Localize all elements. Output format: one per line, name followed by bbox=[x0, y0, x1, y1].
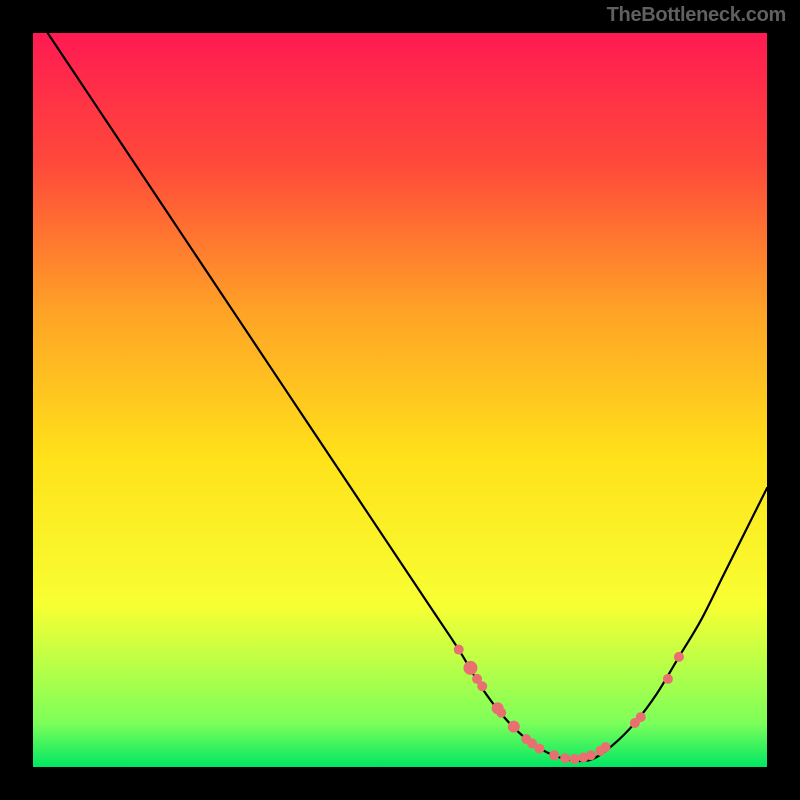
data-marker bbox=[586, 750, 596, 760]
attribution-label: TheBottleneck.com bbox=[607, 4, 786, 27]
data-marker bbox=[463, 661, 477, 675]
data-marker bbox=[549, 750, 559, 760]
data-marker bbox=[496, 708, 506, 718]
plot-area bbox=[33, 33, 767, 767]
data-marker bbox=[570, 754, 580, 764]
gradient-background bbox=[33, 33, 767, 767]
data-marker bbox=[534, 744, 544, 754]
data-marker bbox=[663, 674, 673, 684]
data-marker bbox=[560, 753, 570, 763]
data-marker bbox=[674, 652, 684, 662]
data-marker bbox=[636, 712, 646, 722]
data-marker bbox=[454, 645, 464, 655]
data-marker bbox=[477, 681, 487, 691]
data-marker bbox=[601, 742, 611, 752]
chart-frame: TheBottleneck.com bbox=[0, 0, 800, 800]
data-marker bbox=[508, 721, 520, 733]
bottleneck-chart bbox=[33, 33, 767, 767]
